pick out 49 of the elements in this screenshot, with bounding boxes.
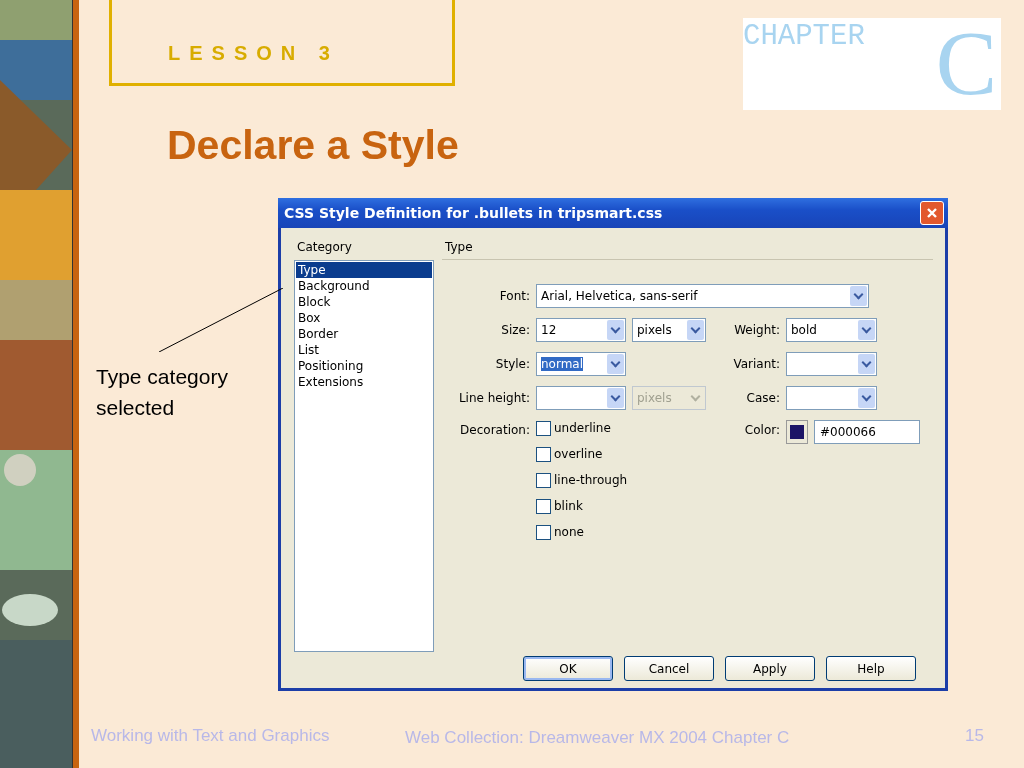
lesson-label: LESSON 3	[168, 42, 339, 65]
field-label: Font:	[498, 289, 530, 303]
close-icon	[926, 207, 938, 219]
case-dropdown[interactable]	[786, 386, 877, 410]
category-item[interactable]: Extensions	[296, 374, 432, 390]
chapter-logo: CHAPTER C	[743, 18, 1001, 110]
field-label: Size:	[500, 323, 530, 337]
callout-text: Type category selected	[96, 364, 229, 421]
unit-dropdown[interactable]: pixels	[632, 318, 706, 342]
field-label: Line height:	[457, 391, 530, 405]
color-field[interactable]: #000066	[814, 420, 920, 444]
decoration-checkbox[interactable]: line-through	[536, 472, 711, 488]
footer-text: Web Collection: Dreamweaver MX 2004 Chapter C	[405, 728, 790, 748]
field-label: Style:	[494, 357, 530, 371]
dialog-button[interactable]: Help	[826, 656, 916, 681]
decoration-checkbox[interactable]: blink	[536, 498, 711, 514]
field-label: Variant:	[732, 357, 780, 371]
color-picker[interactable]	[786, 420, 808, 444]
decoration-checkbox[interactable]: none	[536, 524, 711, 540]
category-item[interactable]: Box	[296, 310, 432, 326]
weight-dropdown[interactable]: bold	[786, 318, 877, 342]
category-item[interactable]: Background	[296, 278, 432, 294]
decoration-checkbox[interactable]: underline	[536, 420, 711, 436]
variant-dropdown[interactable]	[786, 352, 877, 376]
category-label: Category	[296, 240, 353, 256]
category-item[interactable]: Positioning	[296, 358, 432, 374]
panel-title: Type	[445, 240, 473, 254]
size-dropdown[interactable]: 12	[536, 318, 626, 342]
category-item[interactable]: Border	[296, 326, 432, 342]
dialog-button[interactable]: Apply	[725, 656, 815, 681]
decoration-checkbox[interactable]: overline	[536, 446, 711, 462]
close-button[interactable]	[920, 201, 944, 225]
style-dropdown[interactable]: normal	[536, 352, 626, 376]
page-number: 15	[965, 726, 984, 746]
dialog-button[interactable]: OK	[523, 656, 613, 681]
category-item[interactable]: List	[296, 342, 432, 358]
slide-title: Declare a Style	[167, 121, 460, 170]
category-item[interactable]: Block	[296, 294, 432, 310]
footer-text: Working with Text and Graphics	[91, 726, 330, 746]
line-height-dropdown[interactable]	[536, 386, 626, 410]
font-dropdown[interactable]: Arial, Helvetica, sans-serif	[536, 284, 869, 308]
category-item[interactable]: Type	[296, 262, 432, 278]
dialog-button[interactable]: Cancel	[624, 656, 714, 681]
dialog-title: CSS Style Definition for .bullets in tripsmart.css	[284, 205, 663, 221]
field-label: Decoration:	[459, 422, 530, 437]
category-list[interactable]: Type Background Block Box Border List Positioning Extensions	[294, 260, 434, 652]
field-label: Case:	[745, 391, 780, 405]
field-label: Weight:	[733, 323, 780, 337]
field-label: Color:	[743, 422, 780, 437]
